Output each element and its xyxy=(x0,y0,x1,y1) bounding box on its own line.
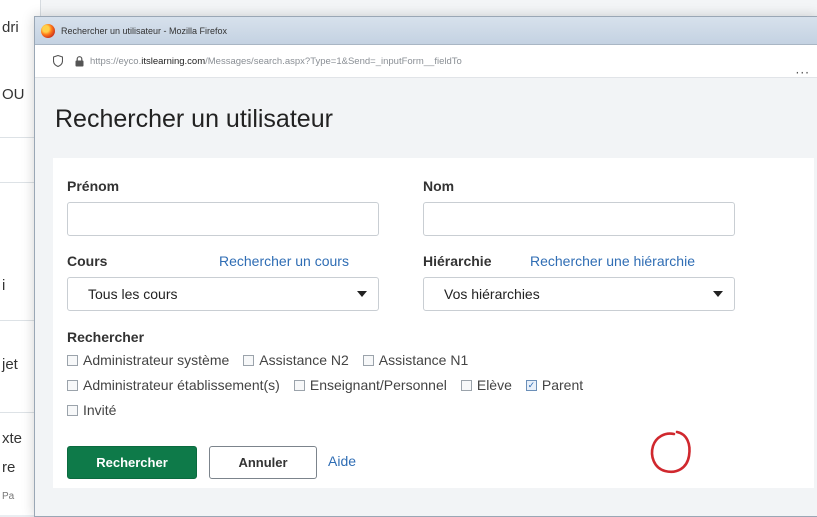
role-checkbox-admin-systeme[interactable]: Administrateur système xyxy=(67,352,229,368)
roles-row-3: Invité xyxy=(67,402,130,418)
search-button[interactable]: Rechercher xyxy=(67,446,197,479)
role-checkbox-assistance-n2[interactable]: Assistance N2 xyxy=(243,352,349,368)
checkbox-box[interactable] xyxy=(460,379,472,391)
background-text: dri xyxy=(2,19,19,36)
nom-input[interactable] xyxy=(423,202,735,236)
roles-row-2: Administrateur établissement(s) Enseigna… xyxy=(67,377,597,393)
checkbox-box[interactable] xyxy=(67,379,78,391)
checkbox-box[interactable] xyxy=(67,404,78,416)
checkbox-box[interactable] xyxy=(362,354,374,366)
search-hierarchy-link[interactable]: Rechercher une hiérarchie xyxy=(530,253,695,269)
firefox-logo-icon xyxy=(41,23,55,38)
prenom-label: Prénom xyxy=(67,178,120,194)
nom-label: Nom xyxy=(423,178,455,194)
background-text: i xyxy=(2,277,6,294)
page-title: Rechercher un utilisateur xyxy=(55,105,333,133)
page-content: Rechercher un utilisateur Prénom Nom Cou… xyxy=(35,78,817,516)
checkbox-checked-icon[interactable]: ✓ xyxy=(525,379,537,391)
annotation-circle-icon xyxy=(650,430,691,474)
hierarchy-select[interactable]: Vos hiérarchies xyxy=(423,277,735,311)
search-course-link[interactable]: Rechercher un cours xyxy=(219,253,349,269)
background-text: jet xyxy=(2,356,18,373)
firefox-popup-window: Rechercher un utilisateur - Mozilla Fire… xyxy=(34,16,817,517)
caret-down-icon xyxy=(357,291,367,297)
cancel-button[interactable]: Annuler xyxy=(209,446,317,479)
checkbox-box[interactable] xyxy=(243,354,255,366)
url-text[interactable]: https://eyco.itslearning.com/Messages/se… xyxy=(90,56,462,67)
background-text: OU xyxy=(2,86,25,103)
background-text: Pa xyxy=(2,491,15,502)
checkbox-box[interactable] xyxy=(67,354,78,366)
hierarchie-label: Hiérarchie xyxy=(423,253,492,269)
window-title: Rechercher un utilisateur - Mozilla Fire… xyxy=(61,25,228,36)
role-checkbox-invite[interactable]: Invité xyxy=(67,402,116,418)
cours-label: Cours xyxy=(67,253,108,269)
course-select[interactable]: Tous les cours xyxy=(67,277,379,311)
role-checkbox-eleve[interactable]: Elève xyxy=(460,377,512,393)
rechercher-label: Rechercher xyxy=(67,329,145,345)
hierarchy-select-value: Vos hiérarchies xyxy=(444,286,540,302)
roles-row-1: Administrateur système Assistance N2 Ass… xyxy=(67,352,482,368)
lock-icon[interactable] xyxy=(75,55,84,67)
background-text: re xyxy=(2,459,16,476)
checkbox-box[interactable] xyxy=(293,379,305,391)
course-select-value: Tous les cours xyxy=(88,286,178,302)
help-link[interactable]: Aide xyxy=(328,453,356,469)
role-checkbox-admin-etablissement[interactable]: Administrateur établissement(s) xyxy=(67,377,280,393)
role-checkbox-assistance-n1[interactable]: Assistance N1 xyxy=(362,352,468,368)
caret-down-icon xyxy=(713,291,723,297)
address-bar[interactable]: https://eyco.itslearning.com/Messages/se… xyxy=(35,45,817,78)
shield-icon[interactable] xyxy=(53,55,63,67)
role-checkbox-parent[interactable]: ✓ Parent xyxy=(525,377,583,393)
background-text: xte xyxy=(2,430,23,447)
window-titlebar[interactable]: Rechercher un utilisateur - Mozilla Fire… xyxy=(35,17,817,45)
prenom-input[interactable] xyxy=(67,202,379,236)
role-checkbox-enseignant[interactable]: Enseignant/Personnel xyxy=(293,377,447,393)
search-form: Prénom Nom Cours Rechercher un cours Tou… xyxy=(53,158,814,488)
